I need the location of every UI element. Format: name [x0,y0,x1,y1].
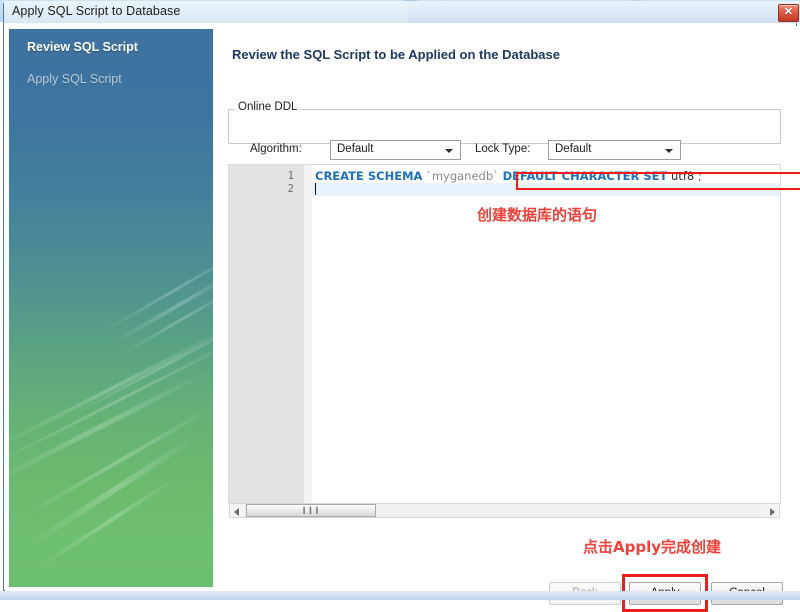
lock-type-dropdown[interactable]: Default [548,140,681,160]
algorithm-value: Default [337,143,374,155]
algorithm-label: Algorithm: [250,143,302,155]
line-number: 2 [287,183,294,195]
gutter-separator [304,165,312,503]
algorithm-dropdown[interactable]: Default [330,140,461,160]
annotation-create-database-statement: 创建数据库的语句 [477,206,598,224]
online-ddl-legend: Online DDL [235,101,301,113]
scrollbar-thumb[interactable]: ❙❙❙ [246,504,376,517]
sql-token-identifier: `myganedb` [422,169,503,183]
main-content-pane: Review the SQL Script to be Applied on t… [215,29,800,587]
lock-type-label: Lock Type: [475,143,531,155]
page-title: Review the SQL Script to be Applied on t… [232,47,560,62]
chevron-down-icon [665,149,673,153]
sql-token-keyword: CREATE SCHEMA [315,169,423,183]
editor-horizontal-scrollbar[interactable]: ❙❙❙ [229,503,780,518]
decorative-streak [104,249,213,332]
close-icon[interactable]: ✕ [778,4,799,22]
line-number-gutter: 1 2 [229,165,304,503]
arrow-left-icon[interactable] [230,504,244,517]
apply-sql-script-dialog: Apply SQL Script to Database ✕ Review SQ… [3,1,800,612]
sidebar-step-review-sql-script: Review SQL Script [27,40,138,54]
online-ddl-groupbox [228,109,781,144]
wizard-step-sidebar: Review SQL Script Apply SQL Script [9,29,213,587]
lock-type-value: Default [555,143,592,155]
dialog-body: Review SQL Script Apply SQL Script Revie… [5,26,800,612]
text-caret [315,183,316,195]
scrollbar-grip-icon: ❙❙❙ [301,506,321,516]
arrow-left-glyph [234,508,239,516]
window-bottom-frame [0,591,800,600]
close-glyph: ✕ [783,6,794,18]
dialog-title: Apply SQL Script to Database [12,4,181,18]
chevron-down-icon [445,149,453,153]
arrow-right-icon[interactable] [765,504,779,517]
dialog-titlebar: Apply SQL Script to Database ✕ [4,1,800,23]
sidebar-step-apply-sql-script: Apply SQL Script [27,72,122,86]
sql-annotation-box [516,172,800,190]
annotation-click-apply: 点击Apply完成创建 [583,538,722,556]
line-number: 1 [287,170,294,182]
arrow-right-glyph [770,508,775,516]
